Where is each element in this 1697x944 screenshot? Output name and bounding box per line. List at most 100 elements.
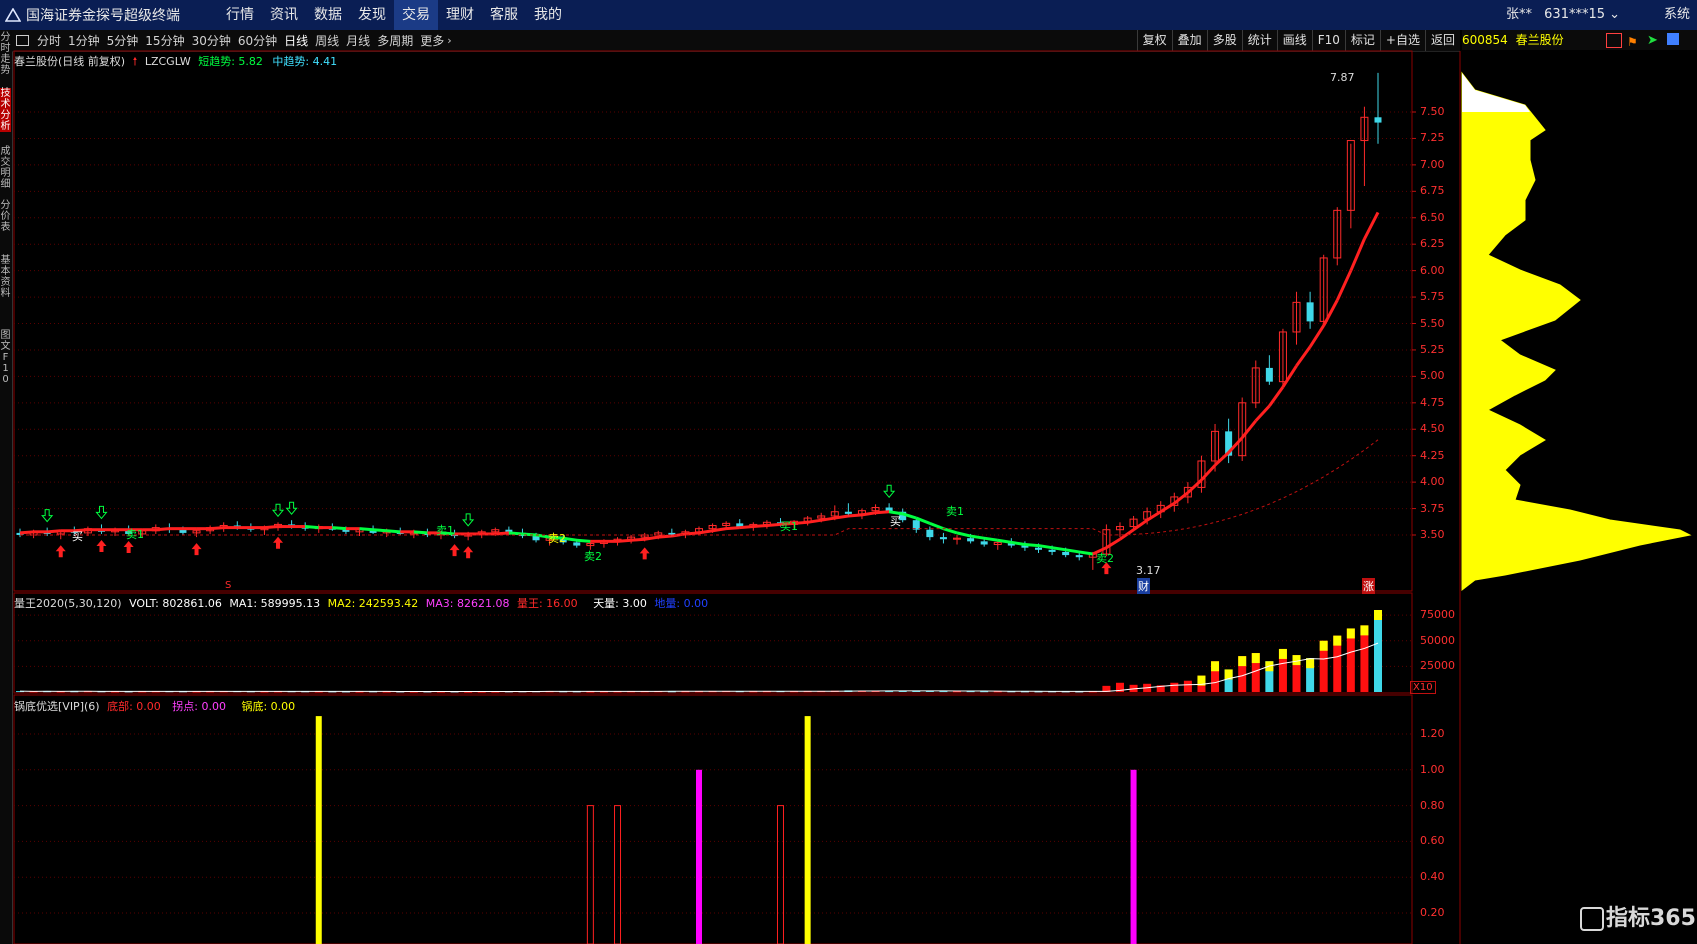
volume-bar-cap (1346, 628, 1355, 639)
short-trend-segment (820, 516, 836, 522)
buy-arrow-icon (123, 541, 134, 553)
short-trend-segment (576, 538, 591, 543)
sell-arrow-icon (271, 503, 285, 518)
main-chart-header: 春兰股份(日线 前复权) 🠕 LZCGLW 短趋势: 5.82 中趋势: 4.4… (14, 55, 338, 68)
short-trend-segment (766, 522, 781, 527)
short-trend-segment (1254, 404, 1271, 422)
indicator-panel-frame (13, 694, 1413, 944)
db-value: 底部: 0.00 (107, 700, 161, 713)
short-trend-segment (848, 513, 863, 518)
short-trend-segment (929, 521, 944, 531)
volume-bar-cap (1238, 656, 1247, 667)
volume-tick-label: 50000 (1420, 633, 1455, 647)
price-tick-label: 5.25 (1420, 342, 1445, 356)
ll-value: 地量: 0.00 (654, 597, 709, 610)
candle-down (1075, 555, 1083, 558)
ma3-value: MA3: 82621.08 (425, 597, 510, 610)
short-trend-segment (1079, 550, 1094, 556)
buy-arrow-icon (449, 544, 460, 557)
short-trend-segment (1322, 299, 1339, 327)
short-trend-segment (47, 529, 61, 534)
price-tick-label: 4.50 (1420, 422, 1445, 436)
bottom-bar (776, 805, 784, 944)
price-tick-label: 3.50 (1420, 528, 1445, 541)
watermark: 指标365 (1580, 900, 1696, 932)
turning-point-bar (696, 769, 702, 944)
candle-down (1035, 547, 1042, 550)
short-trend-segment (970, 534, 985, 540)
short-trend-segment (386, 529, 401, 534)
short-trend-segment (1065, 548, 1080, 554)
short-trend-segment (630, 537, 645, 542)
sell1-label: 卖1 (126, 528, 144, 541)
short-trend-segment (1132, 518, 1149, 531)
short-trend-segment (305, 525, 319, 530)
mid-trend-label: 中趋势 (272, 55, 306, 68)
buy-label: 买 (72, 530, 83, 543)
volume-bar-cap (1292, 655, 1301, 666)
price-tick-label: 4.25 (1420, 448, 1445, 462)
short-trend-segment (698, 529, 713, 535)
tl-value: 天量: 3.00 (593, 597, 647, 610)
sell1-label-2: 卖1 (436, 524, 454, 537)
price-tick-label: 7.00 (1420, 157, 1445, 171)
price-tick-label: 7.25 (1420, 131, 1445, 145)
sell-arrow-icon (462, 513, 475, 527)
volume-bar (1183, 680, 1192, 692)
candle-down (179, 529, 187, 533)
buy-label-2: 买 (890, 515, 901, 528)
buy-arrow-icon (639, 547, 650, 560)
short-trend-segment (264, 525, 279, 530)
candle-down (967, 538, 975, 542)
short-trend-segment (1241, 419, 1257, 439)
sell-arrow-icon (285, 501, 298, 515)
short-trend-segment (1024, 543, 1039, 548)
volume-bar-cap (1360, 625, 1369, 636)
price-tick-label: 3.75 (1420, 501, 1445, 515)
price-tick-label: 5.75 (1420, 290, 1445, 304)
short-trend-segment (983, 536, 998, 542)
volt-value: VOLT: 802861.06 (129, 597, 222, 610)
short-trend-segment (739, 525, 754, 530)
finance-marker[interactable]: 财 (1137, 578, 1150, 594)
candle-down (1374, 117, 1382, 123)
short-trend-label: 短趋势 (198, 55, 232, 68)
price-tick-label: 6.50 (1420, 210, 1445, 224)
volume-bar-cap (1211, 661, 1220, 672)
short-trend-segment (1335, 269, 1353, 301)
short-trend-segment (210, 526, 224, 531)
volume-bar-cap (1306, 658, 1315, 669)
indicator-tick-label: 1.00 (1420, 762, 1445, 776)
short-trend-segment (807, 518, 822, 524)
volume-bar-cap (1374, 610, 1382, 620)
indicator-tick-label: 0.40 (1420, 870, 1445, 884)
turning-point-bar (1130, 769, 1137, 944)
volume-bar-cap (1333, 635, 1342, 646)
buy-arrow-icon (463, 546, 474, 559)
main-chart-stock: 春兰股份(日线 前复权) (14, 55, 126, 68)
short-trend-segment (359, 527, 374, 532)
indicator-tick-label: 1.20 (1420, 727, 1445, 740)
short-trend-segment (1105, 537, 1121, 549)
watermark-logo-icon (1580, 907, 1604, 931)
price-tick-label: 6.75 (1420, 184, 1445, 198)
candle-down (1265, 367, 1273, 382)
limit-up-marker[interactable]: 涨 (1362, 578, 1375, 594)
volume-bar-cap (1251, 653, 1260, 664)
short-trend-segment (671, 532, 686, 538)
short-trend-segment (19, 530, 34, 535)
volume-profile (1461, 71, 1692, 592)
buy1-label: 买1 (780, 520, 798, 533)
indicator-name: LZCGLW (144, 55, 191, 68)
candle-down (1062, 551, 1070, 556)
short-trend-segment (332, 526, 347, 531)
short-trend-segment (1159, 502, 1176, 514)
short-trend-segment (1200, 464, 1217, 482)
sell-arrow-icon (41, 509, 54, 523)
short-trend-segment (1038, 544, 1053, 550)
buy-arrow-icon (273, 536, 284, 549)
watermark-text: 指标365 (1606, 906, 1696, 931)
short-trend-segment (1268, 386, 1285, 407)
short-trend-segment (617, 538, 632, 543)
candle-down (1306, 302, 1314, 322)
